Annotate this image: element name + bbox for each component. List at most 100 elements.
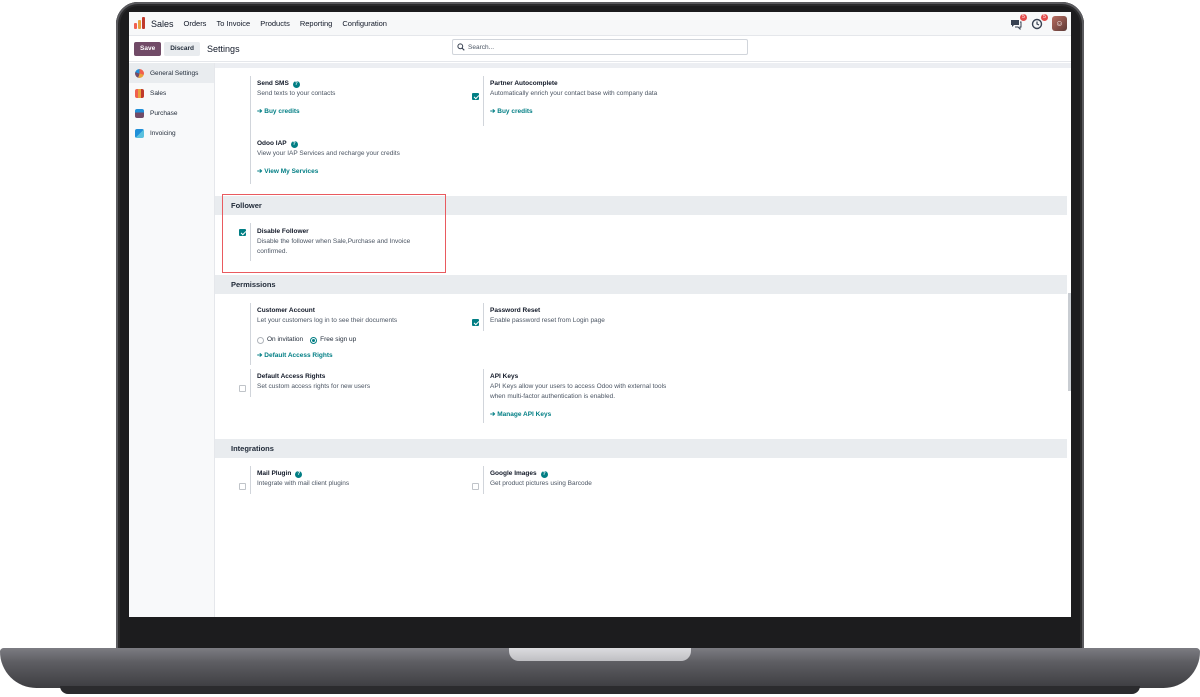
- app-title[interactable]: Sales: [151, 19, 174, 29]
- sidebar-item-general-settings[interactable]: General Settings: [129, 63, 214, 83]
- purchase-icon: [135, 108, 144, 118]
- google-images-title: Google Images: [490, 470, 537, 477]
- send-sms-desc: Send texts to your contacts: [257, 90, 336, 97]
- free-sign-up-radio[interactable]: [310, 336, 318, 344]
- chat-icon[interactable]: 5: [1010, 13, 1027, 30]
- settings-sidebar: General Settings Sales Purchase Invoicin…: [129, 63, 215, 617]
- password-reset-checkbox[interactable]: [472, 319, 479, 326]
- setting-divider: [250, 76, 251, 184]
- send-sms-title: Send SMS: [257, 80, 289, 87]
- customer-account-desc: Let your customers log in to see their d…: [257, 317, 398, 324]
- arrow-icon: ➔: [257, 352, 263, 359]
- default-access-rights-desc: Set custom access rights for new users: [257, 383, 371, 390]
- buy-credits-link-sms[interactable]: ➔ Buy credits: [257, 107, 335, 117]
- setting-default-access-rights: Default Access Rights Set custom access …: [257, 372, 370, 392]
- chat-badge: 5: [1020, 13, 1027, 21]
- setting-divider: [483, 303, 484, 331]
- activity-clock-icon[interactable]: 5: [1031, 13, 1048, 30]
- api-keys-title: API Keys: [490, 373, 519, 380]
- search-icon: [457, 43, 465, 51]
- help-icon[interactable]: ?: [292, 80, 300, 88]
- help-icon[interactable]: ?: [540, 470, 548, 478]
- partner-autocomplete-title: Partner Autocomplete: [490, 80, 558, 87]
- sidebar-item-sales[interactable]: Sales: [129, 83, 214, 103]
- api-keys-desc: API Keys allow your users to access Odoo…: [490, 383, 667, 390]
- setting-divider: [250, 466, 251, 494]
- menu-products[interactable]: Products: [260, 19, 290, 28]
- help-icon[interactable]: ?: [295, 470, 303, 478]
- invoicing-icon: [135, 128, 144, 138]
- on-invitation-label: On invitation: [267, 336, 304, 343]
- mail-plugin-checkbox[interactable]: [239, 483, 246, 490]
- setting-divider: [483, 76, 484, 126]
- buy-credits-link-partner[interactable]: ➔ Buy credits: [490, 107, 657, 117]
- sidebar-item-label: Invoicing: [150, 129, 176, 137]
- search-input[interactable]: Search...: [452, 39, 748, 55]
- password-reset-desc: Enable password reset from Login page: [490, 317, 605, 324]
- top-navbar: Sales Orders To Invoice Products Reporti…: [129, 12, 1071, 36]
- odoo-iap-desc: View your IAP Services and recharge your…: [257, 150, 400, 157]
- partner-autocomplete-checkbox[interactable]: [472, 93, 479, 100]
- manage-api-keys-link[interactable]: ➔ Manage API Keys: [490, 410, 666, 420]
- setting-api-keys: API Keys API Keys allow your users to ac…: [490, 372, 666, 420]
- setting-partner-autocomplete: Partner Autocomplete Automatically enric…: [490, 79, 657, 117]
- help-icon[interactable]: ?: [290, 140, 298, 148]
- arrow-icon: ➔: [257, 168, 263, 175]
- scrollbar[interactable]: [1068, 293, 1071, 391]
- default-access-rights-checkbox[interactable]: [239, 385, 246, 392]
- setting-send-sms: Send SMS? Send texts to your contacts ➔ …: [257, 79, 335, 117]
- manage-api-keys-label: Manage API Keys: [497, 411, 552, 418]
- search-placeholder: Search...: [468, 43, 495, 51]
- sales-app-icon[interactable]: [133, 16, 147, 31]
- sidebar-item-label: Sales: [150, 89, 167, 97]
- sidebar-item-invoicing[interactable]: Invoicing: [129, 123, 214, 143]
- general-settings-icon: [135, 68, 144, 78]
- sales-icon: [135, 88, 144, 98]
- odoo-iap-title: Odoo IAP: [257, 140, 287, 147]
- highlight-box: [222, 194, 446, 273]
- menu-to-invoice[interactable]: To Invoice: [216, 19, 250, 28]
- customer-account-title: Customer Account: [257, 307, 315, 314]
- setting-odoo-iap: Odoo IAP? View your IAP Services and rec…: [257, 139, 400, 177]
- view-my-services-link[interactable]: ➔ View My Services: [257, 167, 400, 177]
- free-sign-up-label: Free sign up: [320, 336, 357, 343]
- menu-orders[interactable]: Orders: [184, 19, 207, 28]
- arrow-icon: ➔: [490, 108, 496, 115]
- save-button[interactable]: Save: [134, 41, 162, 56]
- default-access-rights-link[interactable]: ➔ Default Access Rights: [257, 351, 397, 361]
- screen: Sales Orders To Invoice Products Reporti…: [129, 12, 1071, 617]
- laptop-notch: [509, 648, 691, 661]
- default-access-rights-label: Default Access Rights: [264, 352, 333, 359]
- default-access-rights-title: Default Access Rights: [257, 373, 326, 380]
- setting-customer-account: Customer Account Let your customers log …: [257, 306, 397, 361]
- sidebar-item-purchase[interactable]: Purchase: [129, 103, 214, 123]
- laptop-base-shadow: [60, 686, 1140, 694]
- setting-divider: [250, 303, 251, 365]
- menu-reporting[interactable]: Reporting: [300, 19, 333, 28]
- arrow-icon: ➔: [490, 411, 496, 418]
- google-images-checkbox[interactable]: [472, 483, 479, 490]
- menu-configuration[interactable]: Configuration: [342, 19, 387, 28]
- setting-google-images: Google Images? Get product pictures usin…: [490, 469, 592, 489]
- activity-badge: 5: [1041, 13, 1048, 21]
- setting-password-reset: Password Reset Enable password reset fro…: [490, 306, 605, 326]
- sidebar-item-label: Purchase: [150, 109, 178, 117]
- arrow-icon: ➔: [257, 108, 263, 115]
- setting-divider: [483, 466, 484, 494]
- api-keys-desc-cont: when multi-factor authentication is enab…: [490, 393, 616, 400]
- sidebar-item-label: General Settings: [150, 69, 199, 77]
- setting-mail-plugin: Mail Plugin? Integrate with mail client …: [257, 469, 349, 489]
- mail-plugin-desc: Integrate with mail client plugins: [257, 480, 350, 487]
- user-avatar[interactable]: ☺: [1052, 16, 1067, 31]
- setting-divider: [250, 369, 251, 397]
- on-invitation-radio[interactable]: [257, 336, 264, 344]
- page-title: Settings: [207, 43, 240, 54]
- google-images-desc: Get product pictures using Barcode: [490, 480, 592, 487]
- setting-divider: [483, 369, 484, 423]
- settings-content: Send SMS? Send texts to your contacts ➔ …: [215, 63, 1071, 617]
- discard-button[interactable]: Discard: [164, 41, 201, 56]
- buy-credits-label: Buy credits: [497, 108, 533, 115]
- buy-credits-label: Buy credits: [264, 108, 300, 115]
- section-header-integrations: Integrations: [215, 439, 1067, 458]
- section-strip: [215, 63, 1071, 68]
